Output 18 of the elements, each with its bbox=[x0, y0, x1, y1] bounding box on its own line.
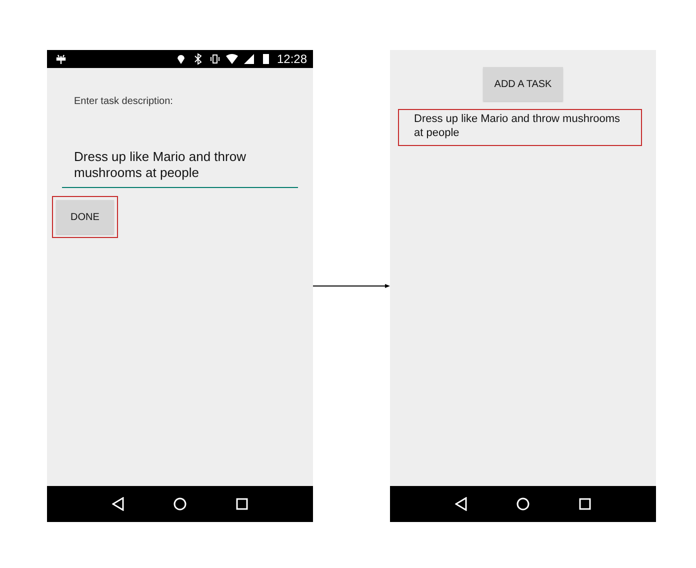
bluetooth-icon bbox=[192, 53, 204, 65]
android-icon bbox=[55, 53, 67, 65]
back-icon[interactable] bbox=[454, 497, 467, 511]
location-icon bbox=[174, 53, 187, 65]
recents-icon[interactable] bbox=[236, 498, 248, 510]
home-icon[interactable] bbox=[516, 497, 530, 511]
add-task-button[interactable]: ADD A TASK bbox=[483, 67, 563, 101]
home-icon[interactable] bbox=[172, 497, 187, 511]
prompt-label: Enter task description: bbox=[74, 96, 174, 107]
task-item[interactable]: Dress up like Mario and throw mushrooms at people bbox=[398, 109, 642, 146]
wifi-icon bbox=[226, 53, 238, 65]
task-input-field[interactable]: Dress up like Mario and throw mushrooms at people bbox=[62, 149, 298, 188]
back-icon[interactable] bbox=[112, 497, 124, 511]
done-button[interactable]: DONE bbox=[56, 200, 114, 234]
vibrate-icon bbox=[208, 53, 221, 65]
recents-icon[interactable] bbox=[579, 498, 592, 510]
signal-icon bbox=[242, 53, 255, 65]
clock-text: 12:28 bbox=[276, 52, 307, 66]
